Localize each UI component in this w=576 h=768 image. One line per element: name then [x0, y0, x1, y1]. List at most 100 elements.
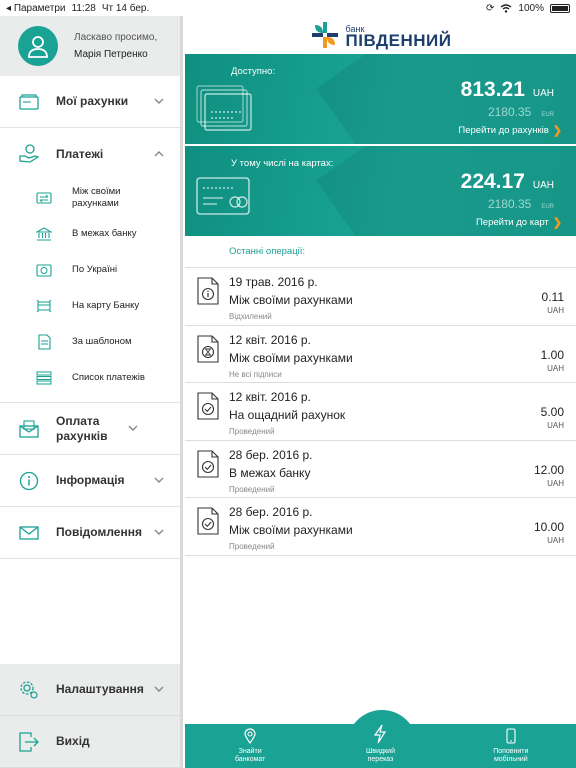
chevron-down-icon — [152, 684, 166, 695]
card-amount: 813.21 — [460, 78, 525, 101]
chevron-up-icon — [152, 149, 166, 160]
operation-status: Не всі підписи — [229, 369, 282, 379]
operation-currency: UAH — [547, 536, 564, 545]
card-secondary-amount: 2180.35 — [487, 105, 532, 119]
bank-building-icon — [36, 226, 52, 242]
operation-row[interactable]: 28 бер. 2016 р. Між своїми рахунками Про… — [185, 498, 576, 556]
operation-status: Відхилений — [229, 312, 272, 321]
sidebar-item-label: Мої рахунки — [56, 94, 129, 108]
go-to-cards-link[interactable]: Перейти до карт ❯ — [476, 216, 562, 229]
sidebar-subitem-label: В межах банку — [72, 228, 137, 239]
payment-card-icon — [196, 177, 250, 215]
sidebar-item-label: Повідомлення — [56, 525, 142, 539]
operation-date: 28 бер. 2016 р. — [229, 447, 313, 462]
operation-amount: 5.00 — [540, 405, 564, 419]
accounts-illustration-icon — [196, 85, 252, 131]
operation-title: Між своїми рахунками — [229, 523, 353, 537]
chevron-down-icon — [126, 423, 140, 434]
battery-fill — [552, 5, 568, 11]
sidebar-subitem-within-bank[interactable]: В межах банку — [0, 216, 180, 252]
sidebar-item-bill-payment[interactable]: Оплата рахунків — [0, 403, 180, 455]
chevron-down-icon — [152, 475, 166, 486]
sidebar-subitem-by-template[interactable]: За шаблоном — [0, 324, 180, 360]
operation-date: 28 бер. 2016 р. — [229, 505, 313, 519]
sidebar-subitem-between-own-accounts[interactable]: Між своїми рахунками — [0, 180, 180, 216]
card-amount: 224.17 — [460, 170, 525, 193]
operation-title: На ощадний рахунок — [229, 408, 346, 422]
tab-top-up-mobile[interactable]: Поповнити мобільний — [446, 724, 576, 768]
sidebar-subitem-label: Між своїми рахунками — [72, 186, 121, 209]
operation-row[interactable]: 19 трав. 2016 р. Між своїми рахунками Ві… — [185, 268, 576, 326]
sidebar-bottom-menu: Налаштування Вихід — [0, 664, 180, 768]
hand-coin-icon — [18, 144, 40, 164]
sidebar-subitem-ukraine[interactable]: По Україні — [0, 252, 180, 288]
check-icon — [197, 392, 219, 420]
operation-row[interactable]: 28 бер. 2016 р. В межах банку Проведений… — [185, 441, 576, 498]
sidebar-item-logout[interactable]: Вихід — [0, 716, 180, 768]
card-secondary-amount: 2180.35 — [487, 197, 532, 211]
operation-row[interactable]: 12 квіт. 2016 р. На ощадний рахунок Пров… — [185, 383, 576, 441]
tab-find-atm[interactable]: Знайти банкомат — [185, 724, 315, 768]
tab-label: Знайти банкомат — [234, 748, 266, 763]
bank-logo: банк ПІВДЕННИЙ — [185, 16, 576, 54]
operation-currency: UAH — [547, 363, 564, 373]
card-amount-row: 813.21 UAH — [461, 78, 554, 102]
status-date: Чт 14 бер. — [101, 2, 150, 14]
card-label: У тому числі на картах: — [231, 158, 334, 169]
status-bar: ◂ Параметри 11:28 Чт 14 бер. ⟳ 100% — [0, 0, 576, 16]
bottom-tab-bar: Знайти банкомат Швидкий переказ Поповнит… — [185, 710, 576, 768]
operation-row[interactable]: 12 квіт. 2016 р. Між своїми рахунками Не… — [185, 326, 576, 383]
sidebar-item-payments[interactable]: Платежі — [0, 128, 180, 180]
card-amount-row: 224.17 UAH — [461, 170, 554, 194]
sidebar-item-settings[interactable]: Налаштування — [0, 664, 180, 716]
cards-balance-card[interactable]: У тому числі на картах: 224.17 UAH 2180.… — [185, 146, 576, 236]
operation-currency: UAH — [547, 421, 564, 430]
card-secondary-currency: EUR — [541, 204, 554, 210]
operation-title: Між своїми рахунками — [229, 350, 353, 365]
chevron-down-icon — [152, 527, 166, 538]
operation-currency: UAH — [547, 478, 564, 488]
card-currency: UAH — [532, 88, 554, 99]
link-text: Перейти до карт — [475, 217, 549, 228]
chevron-right-icon: ❯ — [552, 217, 562, 229]
operation-amount: 12.00 — [533, 462, 564, 477]
hourglass-icon — [197, 334, 219, 363]
sidebar-item-label: Налаштування — [56, 682, 144, 696]
status-time: 11:28 — [71, 2, 96, 14]
profile-header[interactable]: Ласкаво просимо, Марія Петренко — [0, 16, 180, 76]
sidebar-item-label: Інформація — [56, 473, 125, 487]
tab-quick-transfer[interactable]: Швидкий переказ — [315, 724, 445, 768]
sidebar-subitem-payments-list[interactable]: Список платежів — [0, 360, 180, 396]
sidebar-item-my-accounts[interactable]: Мої рахунки — [0, 76, 180, 128]
card-secondary-row: 2180.35 EUR — [488, 105, 554, 119]
payments-submenu: Між своїми рахунками В межах банку По Ук… — [0, 180, 180, 403]
orientation-lock-icon: ⟳ — [486, 2, 495, 14]
lightning-icon — [374, 724, 387, 744]
info-icon — [18, 471, 40, 491]
operation-title: В межах банку — [229, 465, 311, 480]
available-balance-card[interactable]: Доступно: 813.21 UAH 2180.35 EUR Перейти… — [185, 54, 576, 144]
card-currency: UAH — [532, 180, 554, 191]
operation-amount: 0.11 — [541, 290, 564, 304]
operation-amount: 1.00 — [540, 347, 564, 362]
link-text: Перейти до рахунків — [458, 125, 549, 136]
sidebar-item-label: Оплата рахунків — [56, 413, 108, 443]
operation-status: Проведений — [229, 542, 275, 551]
wallet-icon — [18, 92, 40, 112]
sidebar-subitem-label: Список платежів — [72, 372, 145, 383]
sidebar-item-label: Вихід — [56, 734, 90, 748]
logout-icon — [18, 731, 40, 752]
sidebar-item-messages[interactable]: Повідомлення — [0, 507, 180, 559]
main-content: банк ПІВДЕННИЙ Доступно: 813.21 UAH 2180… — [185, 16, 576, 768]
chevron-down-icon — [152, 96, 166, 107]
envelope-icon — [18, 523, 40, 543]
back-to-app-link[interactable]: ◂ Параметри — [6, 3, 66, 14]
sidebar-subitem-to-bank-card[interactable]: На карту Банку — [0, 288, 180, 324]
user-name: Марія Петренко — [74, 49, 148, 60]
go-to-accounts-link[interactable]: Перейти до рахунків ❯ — [458, 124, 562, 137]
sidebar-item-information[interactable]: Інформація — [0, 455, 180, 507]
list-icon — [36, 370, 52, 386]
wifi-icon — [500, 3, 512, 13]
envelope-bill-icon — [18, 419, 40, 439]
tab-label: Швидкий переказ — [365, 748, 395, 763]
